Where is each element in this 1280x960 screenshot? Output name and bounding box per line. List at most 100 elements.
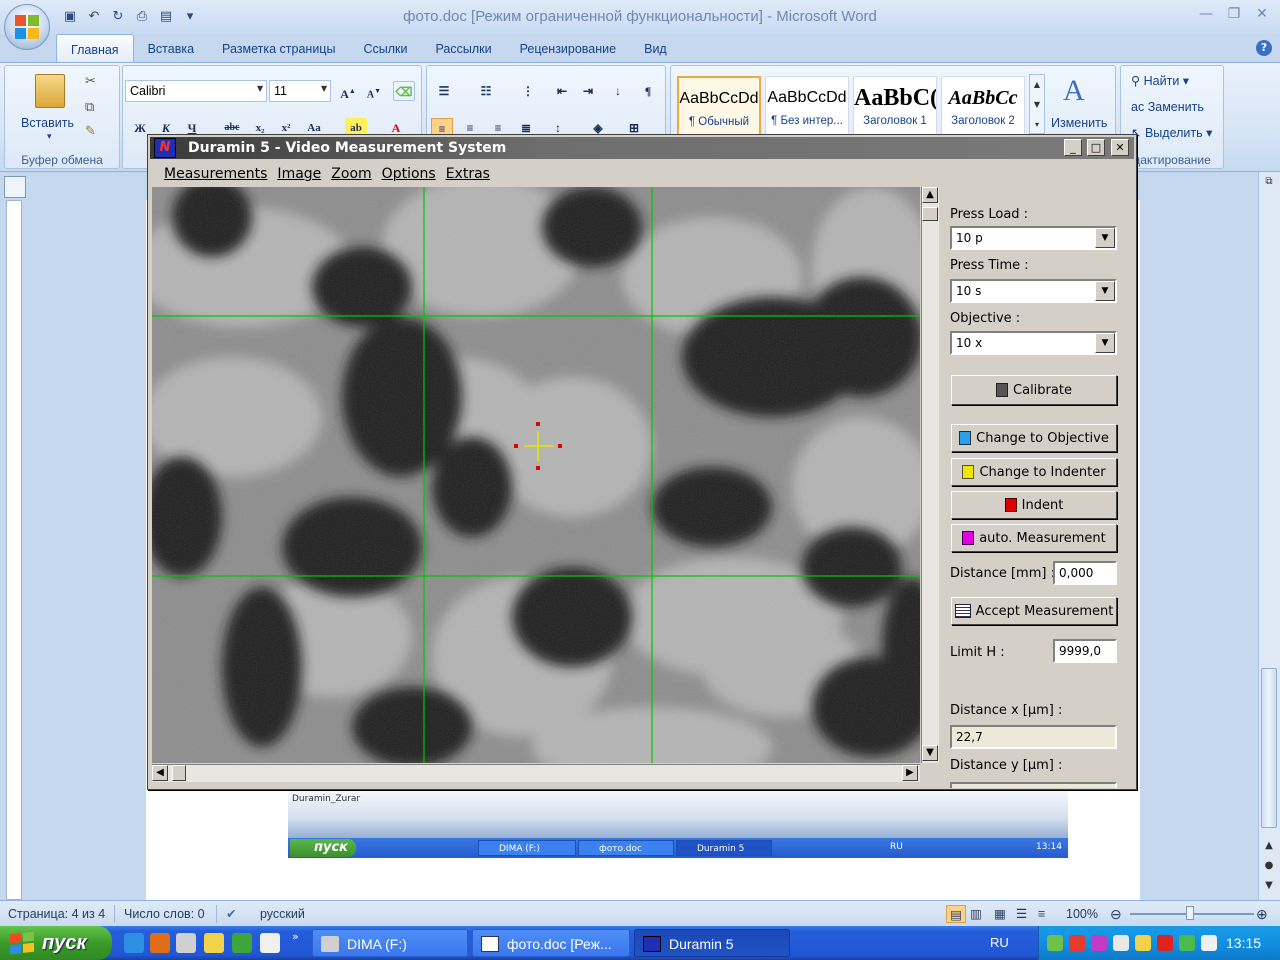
change-indenter-button[interactable]: Change to Indenter: [951, 458, 1117, 486]
objective-select[interactable]: 10 x ▼: [950, 331, 1117, 355]
office-button[interactable]: [4, 4, 50, 50]
zoom-out-icon[interactable]: ⊖: [1110, 905, 1122, 923]
page-indicator[interactable]: Страница: 4 из 4: [8, 905, 105, 923]
paste-icon[interactable]: [35, 74, 65, 108]
scroll-down-icon[interactable]: ▼: [922, 745, 938, 761]
tab-view[interactable]: Вид: [630, 34, 681, 62]
reading-layout-icon[interactable]: ▥: [970, 905, 982, 923]
indent-button[interactable]: Indent: [951, 491, 1117, 519]
taskbar-item-dima[interactable]: DIMA (F:): [312, 929, 468, 957]
grow-font-icon[interactable]: A▲: [337, 81, 359, 101]
menu-options[interactable]: Options: [382, 166, 436, 182]
taskbar-item-duramin[interactable]: Duramin 5: [634, 929, 790, 957]
styles-scroll-icon[interactable]: ▲ ▼ ▾: [1029, 74, 1045, 134]
paste-button[interactable]: Вставить: [21, 116, 74, 130]
ruler-toggle-icon[interactable]: ⧉: [1260, 176, 1278, 194]
customize-qat-icon[interactable]: ▾: [180, 7, 200, 25]
print-layout-icon[interactable]: ▤: [946, 905, 966, 923]
tab-insert[interactable]: Вставка: [134, 34, 208, 62]
image-vertical-scrollbar[interactable]: ▲ ▼: [921, 187, 939, 763]
copy-icon[interactable]: ⧉: [85, 100, 94, 115]
tab-page-layout[interactable]: Разметка страницы: [208, 34, 349, 62]
tray-icon[interactable]: [1201, 935, 1217, 951]
spreadsheet-icon[interactable]: [232, 933, 252, 953]
tray-icon[interactable]: [1047, 935, 1063, 951]
redo-icon[interactable]: ↻: [108, 7, 128, 25]
sort-icon[interactable]: ↓: [607, 81, 629, 101]
duramin-maximize-icon[interactable]: □: [1087, 139, 1105, 156]
tab-selector-icon[interactable]: [4, 176, 26, 198]
limit-field[interactable]: 9999,0: [1053, 639, 1117, 663]
scroll-thumb[interactable]: [922, 207, 938, 221]
dropdown-arrow-icon[interactable]: ▼: [1095, 228, 1115, 248]
bullets-icon[interactable]: ☰: [433, 81, 455, 101]
print-icon[interactable]: ⎙: [132, 7, 152, 25]
calibrate-button[interactable]: Calibrate: [951, 375, 1117, 405]
clear-format-icon[interactable]: ⌫: [393, 81, 415, 101]
duramin-minimize-icon[interactable]: _: [1064, 139, 1082, 156]
press-time-select[interactable]: 10 s ▼: [950, 279, 1117, 303]
language-indicator[interactable]: RU: [990, 926, 1009, 960]
document-scroll-thumb[interactable]: [1261, 668, 1277, 828]
quick-launch-overflow-icon[interactable]: »: [292, 930, 299, 943]
numbering-icon[interactable]: ☷: [475, 81, 497, 101]
accept-measurement-button[interactable]: Accept Measurement: [951, 597, 1117, 625]
change-objective-button[interactable]: Change to Objective: [951, 424, 1117, 452]
tray-icon[interactable]: [1179, 935, 1195, 951]
cut-icon[interactable]: ✂: [85, 74, 96, 89]
tray-icon[interactable]: [1113, 935, 1129, 951]
close-icon[interactable]: ✕: [1250, 4, 1274, 24]
font-name-dropdown-icon[interactable]: ▼: [257, 84, 263, 93]
web-layout-icon[interactable]: ▦: [994, 905, 1006, 923]
paste-dropdown-icon[interactable]: ▾: [47, 132, 52, 142]
ie-icon[interactable]: [124, 933, 144, 953]
scroll-right-icon[interactable]: ▶: [902, 765, 918, 781]
shrink-font-icon[interactable]: A▼: [363, 81, 385, 101]
style-normal[interactable]: AaBbCcDd ¶ Обычный: [677, 76, 761, 138]
tray-icon[interactable]: [1157, 935, 1173, 951]
media-icon[interactable]: [176, 933, 196, 953]
press-load-select[interactable]: 10 p ▼: [950, 226, 1117, 250]
find-button[interactable]: ⚲ Найти ▾: [1131, 70, 1189, 92]
word-count[interactable]: Число слов: 0: [124, 905, 205, 923]
distance-field[interactable]: 0,000: [1053, 561, 1117, 585]
menu-zoom[interactable]: Zoom: [331, 166, 371, 182]
microscope-image[interactable]: [152, 187, 920, 763]
save-icon[interactable]: ▣: [60, 7, 80, 25]
scroll-up-icon[interactable]: ▲: [922, 187, 938, 203]
spelling-icon[interactable]: ✔: [226, 905, 236, 923]
tray-icon[interactable]: [1069, 935, 1085, 951]
zoom-in-icon[interactable]: ⊕: [1256, 905, 1268, 923]
minimize-icon[interactable]: —: [1194, 4, 1218, 24]
auto-measurement-button[interactable]: auto. Measurement: [951, 524, 1117, 552]
decrease-indent-icon[interactable]: ⇤: [551, 81, 573, 101]
scroll-left-icon[interactable]: ◀: [152, 765, 168, 781]
zoom-slider-thumb[interactable]: [1186, 906, 1194, 920]
menu-image[interactable]: Image: [277, 166, 321, 182]
restore-icon[interactable]: ❐: [1222, 4, 1246, 24]
tray-icon[interactable]: [1135, 935, 1151, 951]
firefox-icon[interactable]: [150, 933, 170, 953]
tab-references[interactable]: Ссылки: [349, 34, 421, 62]
folder-icon[interactable]: [204, 933, 224, 953]
change-styles-icon[interactable]: A: [1063, 74, 1085, 108]
scroll-thumb[interactable]: [172, 765, 186, 781]
dropdown-arrow-icon[interactable]: ▼: [1095, 333, 1115, 353]
tab-review[interactable]: Рецензирование: [506, 34, 631, 62]
draft-icon[interactable]: ≡: [1038, 905, 1045, 923]
multilevel-list-icon[interactable]: ⋮: [517, 81, 539, 101]
menu-measurements[interactable]: Measurements: [164, 166, 267, 182]
style-heading-1[interactable]: AaBbC( Заголовок 1: [853, 76, 937, 138]
style-heading-2[interactable]: AaBbCc Заголовок 2: [941, 76, 1025, 138]
font-name-field[interactable]: Calibri: [125, 80, 267, 102]
select-button[interactable]: ↖ Выделить ▾: [1131, 122, 1212, 144]
style-no-spacing[interactable]: AaBbCcDd ¶ Без интер...: [765, 76, 849, 138]
menu-extras[interactable]: Extras: [446, 166, 490, 182]
preview-icon[interactable]: ▤: [156, 7, 176, 25]
zoom-level[interactable]: 100%: [1066, 905, 1098, 923]
undo-icon[interactable]: ↶: [84, 7, 104, 25]
tab-mailings[interactable]: Рассылки: [421, 34, 505, 62]
change-styles-button[interactable]: Изменить: [1051, 116, 1107, 130]
notepad-icon[interactable]: [260, 933, 280, 953]
language-indicator[interactable]: русский: [260, 905, 305, 923]
